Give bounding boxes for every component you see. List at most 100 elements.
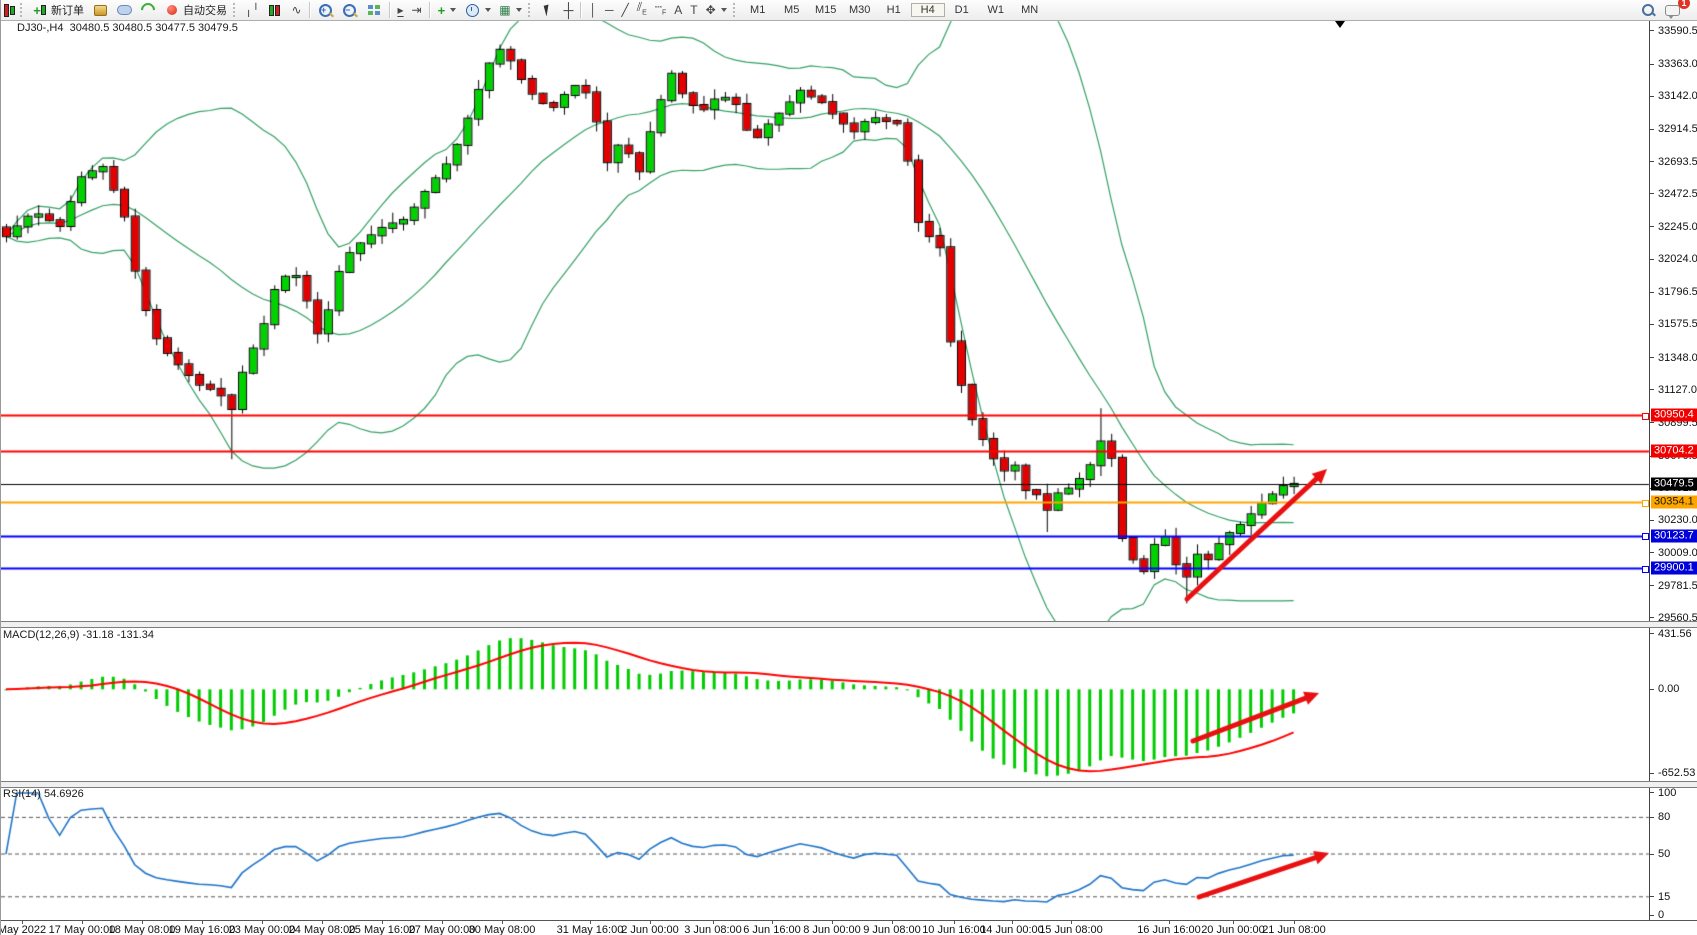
label-tool-label: T	[690, 3, 697, 17]
time-axis-tick	[1294, 921, 1295, 924]
text-tool-button[interactable]: A	[670, 1, 686, 19]
timeframe-mn-button[interactable]: MN	[1013, 3, 1047, 17]
notifications-button[interactable]: 1	[1660, 1, 1684, 19]
signals-button[interactable]	[136, 1, 160, 19]
horizontal-line-button[interactable]: ─	[601, 1, 618, 19]
price-axis-tick	[1650, 226, 1654, 227]
timeframe-m1-button[interactable]: M1	[741, 3, 775, 17]
cursor-button[interactable]	[536, 1, 560, 19]
price-axis-tick	[1650, 259, 1654, 260]
crosshair-button[interactable]: ┼	[560, 1, 578, 19]
time-axis-tick	[502, 921, 503, 924]
time-axis-tick	[772, 921, 773, 924]
arrows-tool-button[interactable]: ✥	[702, 1, 731, 19]
indicators-button[interactable]: +	[434, 1, 461, 19]
periods-button[interactable]	[460, 1, 495, 19]
price-level-badge[interactable]: 30123.7	[1651, 529, 1697, 542]
templates-button[interactable]: ▦	[495, 1, 525, 19]
timeframe-m30-button[interactable]: M30	[843, 3, 877, 17]
time-axis-label: 14 Jun 00:00	[980, 924, 1044, 935]
vertical-line-button[interactable]: │	[585, 1, 601, 19]
price-level-badge[interactable]: 30479.5	[1651, 478, 1697, 491]
search-button[interactable]	[1636, 1, 1660, 19]
price-level-badge[interactable]: 30704.2	[1651, 445, 1697, 458]
fibonacci-button[interactable]: ┄F	[651, 1, 671, 19]
time-axis-label: 16 Jun 16:00	[1137, 924, 1201, 935]
level-drag-handle[interactable]	[1642, 500, 1649, 507]
notification-badge: 1	[1678, 0, 1690, 9]
timeframe-h1-button[interactable]: H1	[877, 3, 911, 17]
chevron-down-icon	[516, 8, 522, 12]
time-axis-tick	[713, 921, 714, 924]
price-axis-tick	[1650, 129, 1654, 130]
profiles-icon	[92, 3, 108, 18]
signal-icon	[140, 3, 156, 18]
chart-shift-button[interactable]: ⇥	[408, 1, 426, 19]
profiles-button[interactable]	[88, 1, 112, 19]
time-axis-tick	[322, 921, 323, 924]
auto-trading-button[interactable]: 自动交易	[160, 1, 231, 19]
price-axis-tick	[1650, 520, 1654, 521]
time-axis-tick	[892, 921, 893, 924]
timeframe-m15-button[interactable]: M15	[809, 3, 843, 17]
price-level-badge[interactable]: 30950.4	[1651, 409, 1697, 422]
zoom-in-button[interactable]: +	[314, 1, 338, 19]
toolbar-drag-handle[interactable]	[733, 3, 739, 17]
price-axis-tick	[1650, 552, 1654, 553]
search-icon	[1640, 3, 1656, 18]
level-drag-handle[interactable]	[1642, 533, 1649, 540]
scroll-end-marker-icon[interactable]	[1335, 21, 1345, 28]
label-tool-button[interactable]: T	[686, 1, 701, 19]
toolbar-drag-handle[interactable]	[20, 3, 26, 17]
line-chart-button[interactable]: ∿	[287, 1, 305, 19]
macd-panel-splitter[interactable]	[1, 621, 1697, 628]
channel-button[interactable]: ⫽E	[633, 1, 651, 19]
time-axis-label: 25 May 16:00	[349, 924, 416, 935]
time-axis-tick	[832, 921, 833, 924]
rsi-axis-label: 80	[1658, 811, 1670, 823]
price-chart-canvas[interactable]	[1, 0, 1697, 935]
text-tool-label: A	[674, 3, 682, 17]
new-order-button[interactable]: + 新订单	[28, 1, 88, 19]
price-level-badge[interactable]: 29900.1	[1651, 562, 1697, 575]
trendline-button[interactable]: ╱	[617, 1, 632, 19]
tile-windows-button[interactable]	[362, 1, 386, 19]
price-level-badge[interactable]: 30354.1	[1651, 496, 1697, 509]
time-axis-label: 20 Jun 00:00	[1201, 924, 1265, 935]
timeframe-w1-button[interactable]: W1	[979, 3, 1013, 17]
bar-chart-button[interactable]: ╷╵	[241, 1, 263, 19]
toolbar-drag-handle[interactable]	[528, 3, 534, 17]
time-axis-tick	[590, 921, 591, 924]
price-axis-label: 32024.0	[1658, 253, 1697, 265]
rsi-panel-splitter[interactable]	[1, 781, 1697, 788]
price-axis-tick	[1650, 617, 1654, 618]
macd-axis-tick	[1650, 773, 1654, 774]
macd-axis-label: 0.00	[1658, 683, 1679, 695]
time-axis-tick	[202, 921, 203, 924]
new-order-icon: +	[32, 3, 48, 18]
timeframe-d1-button[interactable]: D1	[945, 3, 979, 17]
time-axis-label: 30 May 08:00	[469, 924, 536, 935]
time-axis-label: 27 May 00:00	[409, 924, 476, 935]
timeframe-m5-button[interactable]: M5	[775, 3, 809, 17]
market-watch-button[interactable]	[112, 1, 136, 19]
chevron-down-icon	[485, 8, 491, 12]
price-axis-tick	[1650, 64, 1654, 65]
candlestick-chart-button[interactable]	[263, 1, 287, 19]
mt4-window: + 新订单 自动交易 ╷╵ ∿ + − ▸̲ ⇥ + ▦ ┼ │ ─ ╱ ⫽E …	[0, 0, 1697, 935]
timeframe-h4-button[interactable]: H4	[911, 3, 945, 17]
rsi-axis-tick	[1650, 854, 1654, 855]
main-toolbar: + 新订单 自动交易 ╷╵ ∿ + − ▸̲ ⇥ + ▦ ┼ │ ─ ╱ ⫽E …	[1, 0, 1697, 21]
auto-trading-label: 自动交易	[183, 2, 227, 18]
price-axis-label: 31575.5	[1658, 318, 1697, 330]
time-axis[interactable]: May 202217 May 00:0018 May 08:0019 May 1…	[1, 920, 1697, 935]
price-axis-tick	[1650, 324, 1654, 325]
level-drag-handle[interactable]	[1642, 413, 1649, 420]
time-axis-tick	[1012, 921, 1013, 924]
time-axis-tick	[262, 921, 263, 924]
zoom-out-button[interactable]: −	[338, 1, 362, 19]
level-drag-handle[interactable]	[1642, 566, 1649, 573]
auto-scroll-button[interactable]: ▸̲	[394, 1, 408, 19]
cloud-icon	[116, 3, 132, 18]
toolbar-drag-handle[interactable]	[233, 3, 239, 17]
